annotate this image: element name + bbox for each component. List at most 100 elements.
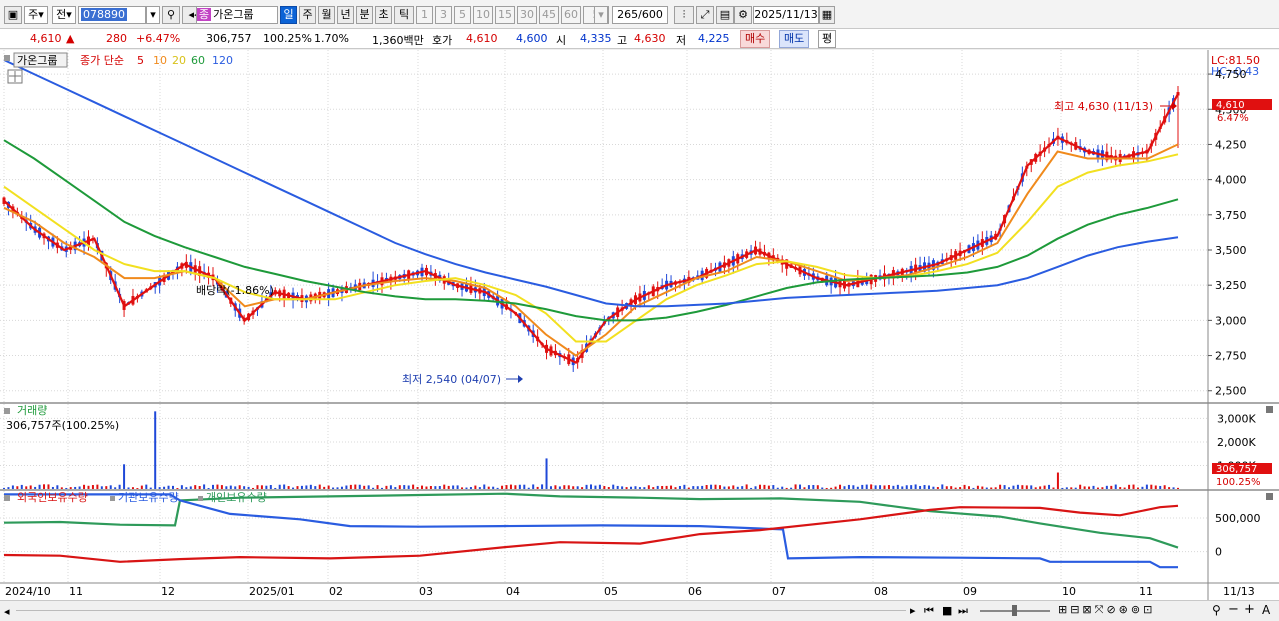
volume-bar <box>976 485 979 489</box>
volume-bar <box>541 484 544 489</box>
volume-bar <box>140 485 143 489</box>
volume-bar <box>65 487 68 489</box>
zoom-out-icon[interactable]: − <box>1228 602 1239 617</box>
interval-3-button[interactable]: 3 <box>435 6 452 24</box>
count-field[interactable]: 265/600 <box>612 6 668 24</box>
volume-bar <box>936 487 939 489</box>
low-label: 저 <box>676 34 687 47</box>
volume-bar <box>380 487 383 489</box>
volume-bar <box>923 485 926 489</box>
volume-bar <box>616 485 619 489</box>
forward-icon[interactable]: ⏭ <box>958 604 968 618</box>
volume-value-label: 306,757주(100.25%) <box>6 419 119 432</box>
volume-bar <box>327 485 330 489</box>
indicator-icon[interactable]: ⤢ <box>696 6 714 24</box>
volume-bar <box>225 486 228 489</box>
volume-bar <box>118 484 121 489</box>
scroll-track[interactable] <box>16 610 906 611</box>
volume-bar <box>20 484 23 489</box>
compare-icon[interactable]: ▤ <box>716 6 734 24</box>
volume-tick-label: 3,000K <box>1217 412 1256 425</box>
volume-bar <box>785 487 788 489</box>
settings-gear-icon[interactable]: ⚙ <box>734 6 752 24</box>
date-tick-label: 03 <box>419 585 433 598</box>
evaluate-button[interactable]: 평 <box>818 30 837 48</box>
scroll-right-icon[interactable]: ▸ <box>910 604 916 617</box>
period-month-button[interactable]: 월 <box>318 6 335 24</box>
zoom-slider-handle[interactable] <box>1012 605 1017 616</box>
volume-bar <box>123 464 126 489</box>
volume-bar <box>1096 487 1099 489</box>
holding-panel-handle-icon[interactable] <box>4 495 10 501</box>
volume-bar <box>11 485 14 489</box>
volume-panel-close-icon[interactable] <box>1266 406 1273 413</box>
price-tick-label: 2,500 <box>1215 385 1247 398</box>
panel-handle-icon[interactable] <box>4 55 10 61</box>
ma-legend-60: 60 <box>191 54 205 67</box>
volume-bar <box>398 485 401 489</box>
count-current: 265 <box>617 8 639 21</box>
calendar-icon[interactable]: ▦ <box>819 6 835 24</box>
volume-bar <box>509 484 512 489</box>
volume-bar <box>47 484 50 489</box>
volume-bar <box>189 486 192 489</box>
candle-type-icon[interactable]: ⫶ <box>674 6 694 24</box>
buy-button[interactable]: 매수 <box>740 30 771 48</box>
volume-bar <box>847 484 850 489</box>
period-minute-button[interactable]: 분 <box>356 6 373 24</box>
interval-15-button[interactable]: 15 <box>495 6 515 24</box>
volume-bar <box>545 458 548 489</box>
search-icon[interactable]: ⚲ <box>162 6 180 24</box>
volume-bar <box>296 486 299 489</box>
volume-bar <box>1012 485 1015 489</box>
code-dropdown-icon[interactable]: ▾ <box>146 6 160 24</box>
date-field[interactable]: 2025/11/13 <box>753 6 819 24</box>
window-icon[interactable]: ▣ <box>4 6 22 24</box>
volume-bar <box>994 487 997 489</box>
period-year-button[interactable]: 년 <box>337 6 354 24</box>
period-main-select[interactable]: 주▾ <box>24 6 48 24</box>
volume-bar <box>1056 472 1059 489</box>
stock-code-input[interactable]: 078890 <box>78 6 146 24</box>
volume-bar <box>1008 487 1011 489</box>
volume-bar <box>300 485 303 489</box>
volume-bar <box>3 487 5 489</box>
volume-panel-handle-icon[interactable] <box>4 408 10 414</box>
chart-area[interactable]: 가온그룹 종가 단순 5 10 20 60 120 LC:81.50 HC:-0… <box>0 50 1279 600</box>
volume-bar <box>750 487 753 489</box>
volume-bar <box>723 486 726 489</box>
stop-icon[interactable]: ■ <box>942 604 952 617</box>
interval-30-button[interactable]: 30 <box>517 6 537 24</box>
volume-bar <box>861 484 864 489</box>
volume-bar <box>1136 487 1139 489</box>
chart-tool-icons[interactable]: ⊞⊟⊠⤧⊘⊛⊚⊡ <box>1058 603 1155 617</box>
ma-legend-5: 5 <box>137 54 144 67</box>
volume-title: 거래량 <box>17 404 47 417</box>
interval-45-button[interactable]: 45 <box>539 6 559 24</box>
auto-scale-icon[interactable]: A <box>1262 603 1270 617</box>
interval-dropdown-icon[interactable]: ▾ <box>594 6 608 24</box>
volume-bar <box>896 484 899 489</box>
stock-name-field[interactable]: 종 가온그룹 <box>196 6 278 24</box>
volume-bar <box>852 485 855 489</box>
period-tick-button[interactable]: 틱 <box>394 6 414 24</box>
holding-panel-close-icon[interactable] <box>1266 493 1273 500</box>
volume-bar <box>145 484 148 489</box>
sell-button[interactable]: 매도 <box>779 30 810 48</box>
interval-5-button[interactable]: 5 <box>454 6 471 24</box>
volume-bar <box>176 488 179 489</box>
volume-bar <box>1110 485 1113 489</box>
period-second-button[interactable]: 초 <box>375 6 392 24</box>
volume-bar <box>594 485 597 489</box>
prefix-select[interactable]: 전▾ <box>52 6 76 24</box>
interval-10-button[interactable]: 10 <box>473 6 493 24</box>
scroll-left-icon[interactable]: ◂ <box>4 605 10 618</box>
interval-1-button[interactable]: 1 <box>416 6 433 24</box>
volume-bar <box>367 485 370 489</box>
interval-60-button[interactable]: 60 <box>561 6 581 24</box>
zoom-search-icon[interactable]: ⚲ <box>1212 603 1221 617</box>
period-week-button[interactable]: 주 <box>299 6 316 24</box>
rewind-icon[interactable]: ⏮ <box>924 604 934 618</box>
period-day-button[interactable]: 일 <box>280 6 297 24</box>
zoom-in-icon[interactable]: + <box>1244 602 1255 617</box>
